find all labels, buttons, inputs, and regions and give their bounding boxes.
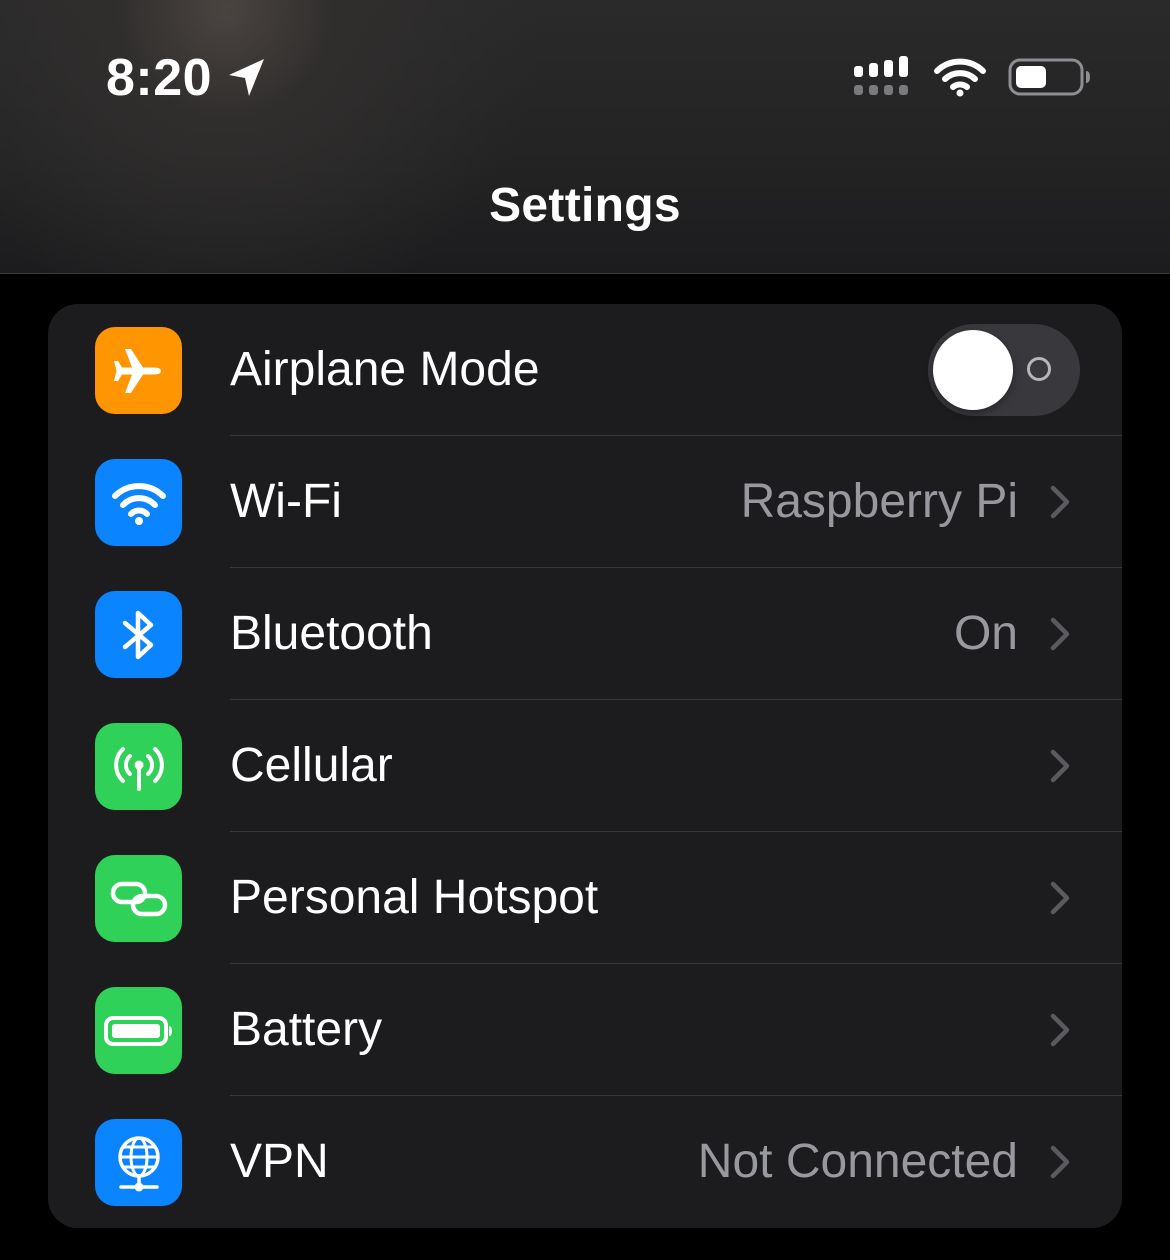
bluetooth-status-value: On bbox=[953, 607, 1018, 660]
page-title: Settings bbox=[489, 179, 681, 232]
bluetooth-icon bbox=[95, 591, 182, 678]
settings-group: Airplane Mode Wi-Fi Raspberry Pi Bluetoo… bbox=[48, 304, 1122, 1228]
toggle-knob bbox=[933, 330, 1013, 410]
row-label: VPN bbox=[230, 1135, 329, 1188]
airplane-mode-toggle[interactable] bbox=[928, 324, 1080, 416]
wifi-signal-icon bbox=[934, 58, 986, 97]
toggle-off-indicator-icon bbox=[1027, 357, 1051, 381]
navigation-header: 8:20 Settings bbox=[0, 0, 1170, 274]
location-arrow-icon bbox=[229, 59, 265, 96]
battery-icon bbox=[1008, 58, 1090, 96]
status-time: 8:20 bbox=[106, 49, 213, 107]
hotspot-link-icon bbox=[95, 855, 182, 942]
vpn-globe-icon bbox=[95, 1119, 182, 1206]
row-label: Airplane Mode bbox=[230, 343, 540, 396]
cellular-signal-icon bbox=[854, 56, 908, 95]
vpn-status-value: Not Connected bbox=[697, 1135, 1018, 1188]
airplane-icon bbox=[95, 327, 182, 414]
wifi-row[interactable]: Wi-Fi Raspberry Pi bbox=[48, 436, 1122, 568]
wifi-network-value: Raspberry Pi bbox=[740, 475, 1018, 528]
antenna-icon bbox=[95, 723, 182, 810]
personal-hotspot-row[interactable]: Personal Hotspot bbox=[48, 832, 1122, 964]
chevron-right-icon bbox=[1050, 617, 1070, 651]
battery-row[interactable]: Battery bbox=[48, 964, 1122, 1096]
chevron-right-icon bbox=[1050, 1013, 1070, 1047]
row-label: Personal Hotspot bbox=[230, 871, 599, 924]
row-label: Battery bbox=[230, 1003, 383, 1056]
row-label: Wi-Fi bbox=[230, 475, 342, 528]
status-indicators bbox=[852, 54, 1092, 100]
chevron-right-icon bbox=[1050, 881, 1070, 915]
status-bar-time-area: 8:20 bbox=[106, 48, 266, 108]
row-label: Cellular bbox=[230, 739, 393, 792]
airplane-mode-row[interactable]: Airplane Mode bbox=[48, 304, 1122, 436]
row-label: Bluetooth bbox=[230, 607, 433, 660]
chevron-right-icon bbox=[1050, 485, 1070, 519]
chevron-right-icon bbox=[1050, 749, 1070, 783]
bluetooth-row[interactable]: Bluetooth On bbox=[48, 568, 1122, 700]
wifi-icon bbox=[95, 459, 182, 546]
vpn-row[interactable]: VPN Not Connected bbox=[48, 1096, 1122, 1228]
chevron-right-icon bbox=[1050, 1145, 1070, 1179]
cellular-row[interactable]: Cellular bbox=[48, 700, 1122, 832]
battery-icon bbox=[95, 987, 182, 1074]
